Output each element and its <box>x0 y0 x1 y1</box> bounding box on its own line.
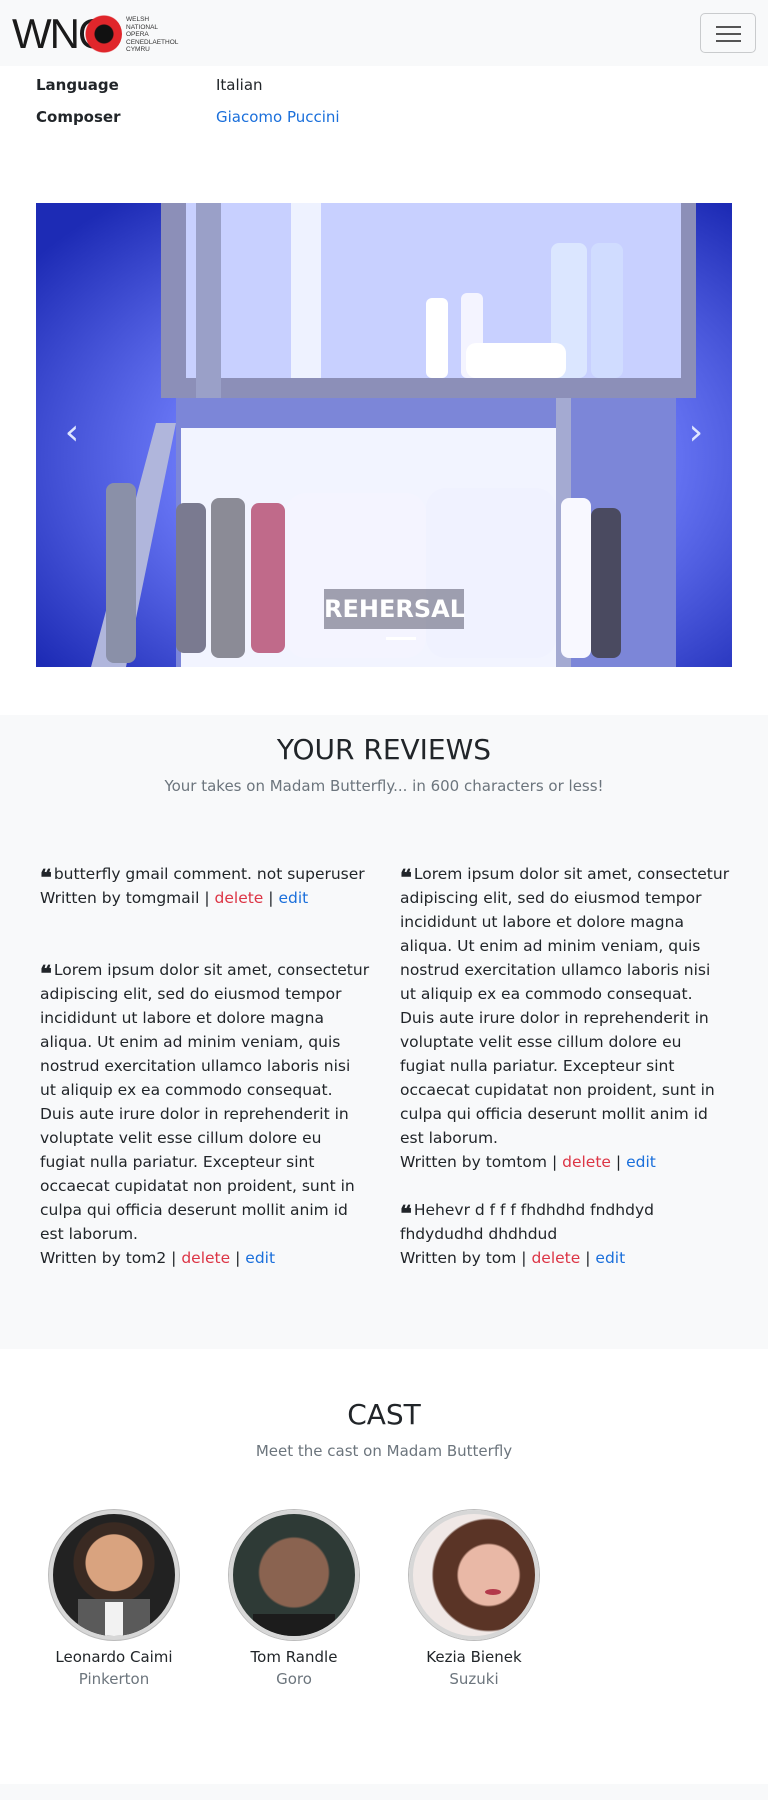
cast-name: Leonardo Caimi <box>55 1648 173 1666</box>
review-text: butterfly gmail comment. not superuser <box>53 865 365 883</box>
hamburger-icon <box>716 26 741 28</box>
edit-review-link[interactable]: edit <box>278 889 308 907</box>
avatar <box>229 1510 359 1640</box>
chevron-right-icon: › <box>688 412 704 453</box>
carousel-caption: REHERSAL <box>324 589 465 629</box>
cast-member-card[interactable]: Tom Randle Goro <box>219 1510 369 1688</box>
reviews-section: YOUR REVIEWS Your takes on Madam Butterf… <box>0 715 768 1349</box>
composer-link[interactable]: Giacomo Puccini <box>216 108 340 126</box>
cast-role: Goro <box>276 1670 312 1688</box>
avatar <box>409 1510 539 1640</box>
review-item: ❝ Lorem ipsum dolor sit amet, consectetur… <box>400 862 730 1174</box>
wno-logo[interactable]: WNO WELSH NATIONAL OPERA CENEDLAETHOL CY… <box>12 12 182 55</box>
cast-name: Kezia Bienek <box>426 1648 522 1666</box>
cast-member-card[interactable]: Kezia Bienek Suzuki <box>399 1510 549 1688</box>
navbar: WNO WELSH NATIONAL OPERA CENEDLAETHOL CY… <box>0 0 768 66</box>
portrait-image <box>485 1589 501 1595</box>
portrait-image <box>253 1614 335 1636</box>
separator: | <box>204 889 210 907</box>
cast-role: Suzuki <box>449 1670 499 1688</box>
review-item: ❝ Lorem ipsum dolor sit amet, consectetur… <box>40 958 370 1270</box>
language-label: Language <box>36 76 119 94</box>
separator: | <box>615 1153 622 1171</box>
review-author: Written by tom2 <box>40 1249 167 1267</box>
edit-review-link[interactable]: edit <box>245 1249 275 1267</box>
quote-icon: ❝ <box>400 1201 412 1227</box>
review-item: ❝ butterfly gmail comment. not superuser … <box>40 862 370 910</box>
separator: | <box>521 1249 527 1267</box>
cast-name: Tom Randle <box>250 1648 338 1666</box>
separator: | <box>268 889 274 907</box>
carousel-indicator[interactable] <box>386 637 416 640</box>
review-text: Hehevr d f f f fhdhdhd fndhdyd fhdydudhd… <box>400 1201 654 1243</box>
info-row-language: Language Italian <box>36 76 536 108</box>
carousel-next-button[interactable]: › <box>676 403 716 463</box>
separator: | <box>551 1153 558 1171</box>
review-item: ❝ Hehevr d f f f fhdhdhd fndhdyd fhdydudh… <box>400 1198 730 1270</box>
edit-review-link[interactable]: edit <box>626 1153 656 1171</box>
logo-circle-icon <box>82 14 122 54</box>
language-value: Italian <box>216 76 263 94</box>
delete-review-link[interactable]: delete <box>181 1249 230 1267</box>
reviews-subtitle: Your takes on Madam Butterfly... in 600 … <box>164 777 604 795</box>
opera-info: Language Italian Composer Giacomo Puccin… <box>36 76 536 140</box>
chevron-left-icon: ‹ <box>64 412 80 453</box>
quote-icon: ❝ <box>40 961 52 987</box>
menu-toggle-button[interactable] <box>700 13 756 53</box>
quote-icon: ❝ <box>400 865 412 891</box>
logo-text: WELSH NATIONAL OPERA CENEDLAETHOL CYMRU <box>126 16 179 53</box>
quote-icon: ❝ <box>40 865 52 891</box>
cast-subtitle: Meet the cast on Madam Butterfly <box>255 1442 513 1460</box>
hamburger-icon-bar <box>716 33 741 35</box>
delete-review-link[interactable]: delete <box>562 1153 611 1171</box>
portrait-image <box>78 1599 150 1636</box>
separator: | <box>171 1249 177 1267</box>
delete-review-link[interactable]: delete <box>215 889 264 907</box>
review-text: Lorem ipsum dolor sit amet, consectetur … <box>400 865 730 1147</box>
cast-member-card[interactable]: Leonardo Caimi Pinkerton <box>39 1510 189 1688</box>
review-text: Lorem ipsum dolor sit amet, consectetur … <box>40 961 370 1243</box>
hamburger-icon-bar <box>716 40 741 42</box>
image-carousel: ‹ › REHERSAL <box>36 203 732 667</box>
review-author: Written by tomgmail <box>40 889 200 907</box>
separator: | <box>235 1249 241 1267</box>
edit-review-link[interactable]: edit <box>595 1249 625 1267</box>
separator: | <box>585 1249 591 1267</box>
cast-role: Pinkerton <box>78 1670 150 1688</box>
delete-review-link[interactable]: delete <box>531 1249 580 1267</box>
cast-title: CAST <box>347 1398 421 1431</box>
footer-strip <box>0 1784 768 1800</box>
avatar <box>49 1510 179 1640</box>
review-author: Written by tomtom <box>400 1153 548 1171</box>
review-author: Written by tom <box>400 1249 517 1267</box>
reviews-title: YOUR REVIEWS <box>276 733 492 766</box>
composer-label: Composer <box>36 108 121 126</box>
info-row-composer: Composer Giacomo Puccini <box>36 108 536 140</box>
carousel-prev-button[interactable]: ‹ <box>52 403 92 463</box>
